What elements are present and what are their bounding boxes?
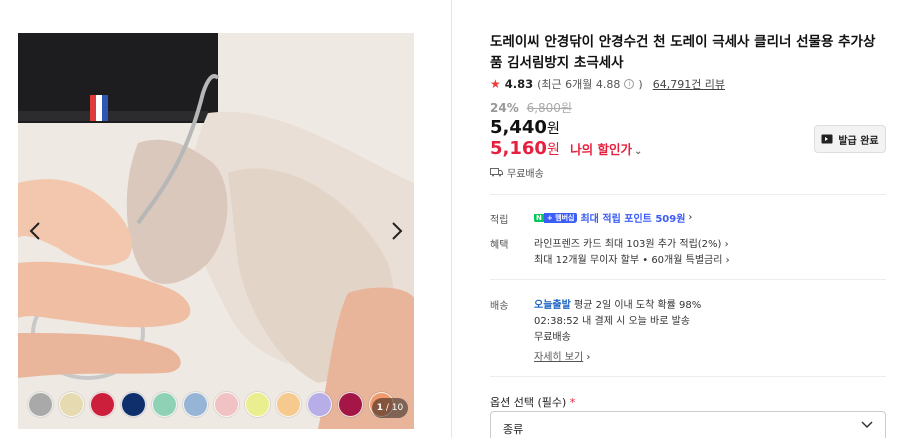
delivery-time-row: 02:38:52 내 결제 시 오늘 바로 발송: [534, 312, 690, 327]
option-select-value: 종류: [503, 423, 524, 436]
chevron-down-icon: ⌄: [633, 146, 643, 157]
product-info-pane: 도레이씨 안경닦이 안경수건 천 도레이 극세사 클리너 선물용 추가상품 김서…: [453, 0, 900, 438]
rating-row: ★ 4.83 (최근 6개월 4.88 i) 64,791건 리뷰: [490, 76, 725, 92]
coupon-icon: [821, 134, 833, 144]
discount-row: 24% 6,800원: [490, 99, 572, 116]
divider: [490, 376, 886, 377]
rating-recent-close: ): [638, 77, 643, 91]
countdown-info: 내 결제 시 오늘 바로 발송: [582, 316, 691, 327]
star-icon: ★: [490, 77, 501, 91]
delivery-more-text: 자세히 보기: [534, 352, 584, 363]
color-swatch[interactable]: [307, 392, 332, 417]
today-shipping: 오늘출발: [534, 300, 571, 311]
npay-badge: N + 멤버십: [534, 212, 578, 223]
divider: [490, 279, 886, 280]
option-label-text: 옵션 선택 (필수): [490, 396, 567, 409]
product-image[interactable]: [18, 33, 414, 429]
benefit-line-1-text: 라인프렌즈 카드 최대 103원 추가 적립(2%): [534, 239, 722, 250]
color-swatch[interactable]: [183, 392, 208, 417]
today-shipping-info: 평균 2일 이내 도착 확률 98%: [574, 300, 702, 311]
color-swatch[interactable]: [59, 392, 84, 417]
info-icon[interactable]: i: [624, 79, 635, 89]
product-photo-illustration: [18, 33, 414, 429]
benefit-line-2[interactable]: 최대 12개월 무이자 할부 • 60개월 특별금리 ›: [534, 251, 730, 266]
chevron-right-icon: [392, 222, 403, 240]
image-counter-total: / 10: [385, 403, 404, 413]
countdown-time: 02:38:52: [534, 316, 579, 327]
divider: [490, 194, 886, 195]
next-image-button[interactable]: [386, 216, 408, 246]
color-swatch[interactable]: [214, 392, 239, 417]
color-swatch[interactable]: [152, 392, 177, 417]
truck-icon: [490, 168, 503, 177]
image-counter-current: 1: [376, 403, 384, 413]
delivery-more-link[interactable]: 자세히 보기 ›: [534, 348, 590, 363]
color-swatch[interactable]: [121, 392, 146, 417]
rating-score: 4.83: [504, 77, 534, 91]
free-shipping-label: 무료배송: [507, 169, 544, 180]
my-price-unit: 원: [546, 142, 560, 158]
delivery-free: 무료배송: [534, 332, 571, 343]
sale-price-value: 5,440: [490, 117, 547, 138]
image-counter: 1 / 10: [372, 398, 408, 418]
my-price[interactable]: 5,160원 나의 할인가 ⌄: [490, 138, 642, 159]
my-price-label: 나의 할인가: [570, 142, 632, 157]
color-swatch[interactable]: [245, 392, 270, 417]
product-title: 도레이씨 안경닦이 안경수건 천 도레이 극세사 클리너 선물용 추가상품 김서…: [490, 34, 876, 71]
color-swatch[interactable]: [338, 392, 363, 417]
color-swatch-list: [28, 392, 394, 417]
color-swatch[interactable]: [28, 392, 53, 417]
chevron-right-icon: ›: [688, 212, 693, 223]
original-price: 6,800원: [526, 101, 572, 115]
option-label: 옵션 선택 (필수) *: [490, 394, 575, 410]
npay-n: N: [534, 213, 544, 222]
required-mark: *: [569, 396, 576, 409]
points-text: 최대 적립 포인트 509원: [580, 214, 686, 225]
delivery-label: 배송: [490, 301, 509, 312]
coupon-button-label: 발급 완료: [838, 135, 879, 147]
review-count-link[interactable]: 64,791건 리뷰: [653, 76, 725, 92]
chevron-left-icon: [29, 222, 40, 240]
points-row[interactable]: N + 멤버십 최대 적립 포인트 509원 ›: [534, 210, 692, 225]
chevron-down-icon: [861, 421, 873, 429]
free-shipping: 무료배송: [490, 165, 544, 180]
sale-price: 5,440원: [490, 117, 560, 138]
benefit-line-1[interactable]: 라인프렌즈 카드 최대 103원 추가 적립(2%) ›: [534, 235, 729, 250]
discount-rate: 24%: [490, 101, 519, 115]
delivery-today-row: 오늘출발 평균 2일 이내 도착 확률 98%: [534, 296, 701, 311]
previous-image-button[interactable]: [24, 216, 46, 246]
coupon-issued-button[interactable]: 발급 완료: [814, 125, 886, 153]
color-swatch[interactable]: [276, 392, 301, 417]
option-select[interactable]: 종류: [490, 411, 886, 438]
rating-recent: (최근 6개월 4.88: [537, 78, 621, 91]
benefit-label: 혜택: [490, 240, 509, 251]
gallery-pane: 1 / 10: [0, 0, 452, 438]
benefit-line-2-text: 최대 12개월 무이자 할부 • 60개월 특별금리: [534, 255, 723, 266]
my-price-value: 5,160: [490, 138, 547, 159]
points-label: 적립: [490, 215, 509, 226]
color-swatch[interactable]: [90, 392, 115, 417]
npay-plus: + 멤버십: [543, 212, 578, 223]
sale-price-unit: 원: [546, 121, 560, 137]
